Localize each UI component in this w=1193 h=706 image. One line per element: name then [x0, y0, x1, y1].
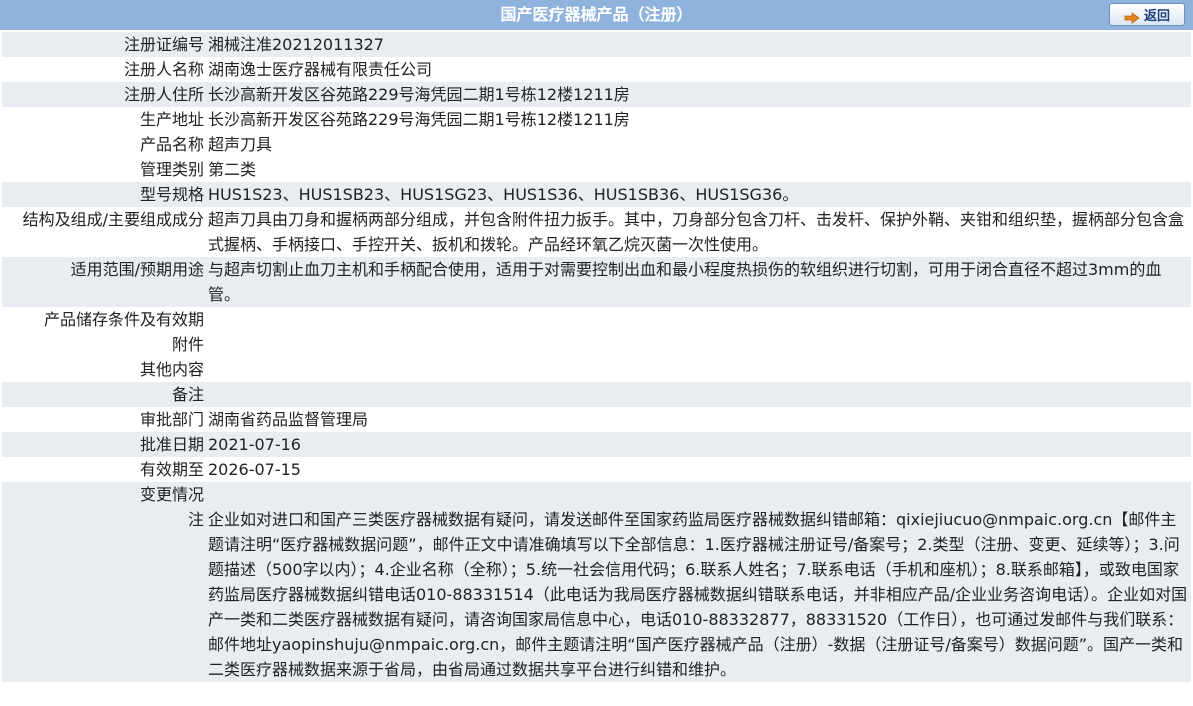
back-button[interactable]: 返回 — [1109, 3, 1185, 26]
field-value: 长沙高新开发区谷苑路229号海凭园二期1号栋12楼1211房 — [206, 107, 1191, 132]
field-value: 超声刀具由刀身和握柄两部分组成，并包含附件扭力扳手。其中，刀身部分包含刀杆、击发… — [206, 207, 1191, 257]
detail-table: 注册证编号 湘械注准20212011327 注册人名称 湖南逸士医疗器械有限责任… — [2, 32, 1191, 682]
field-value: 湖南逸士医疗器械有限责任公司 — [206, 57, 1191, 82]
field-label: 有效期至 — [2, 457, 206, 482]
field-label: 注册证编号 — [2, 32, 206, 57]
table-row: 适用范围/预期用途 与超声切割止血刀主机和手柄配合使用，适用于对需要控制出血和最… — [2, 257, 1191, 307]
table-row: 产品储存条件及有效期 — [2, 307, 1191, 332]
note-label: 注 — [2, 507, 206, 682]
field-value: 湘械注准20212011327 — [206, 32, 1191, 57]
table-row: 生产地址 长沙高新开发区谷苑路229号海凭园二期1号栋12楼1211房 — [2, 107, 1191, 132]
field-value: 2021-07-16 — [206, 432, 1191, 457]
back-button-label: 返回 — [1143, 9, 1170, 24]
field-value: 第二类 — [206, 157, 1191, 182]
field-value — [206, 357, 1191, 382]
table-row: 管理类别 第二类 — [2, 157, 1191, 182]
page-title: 国产医疗器械产品（注册） — [500, 5, 693, 24]
table-row: 有效期至 2026-07-15 — [2, 457, 1191, 482]
field-label: 产品储存条件及有效期 — [2, 307, 206, 332]
table-row: 附件 — [2, 332, 1191, 357]
field-label: 生产地址 — [2, 107, 206, 132]
table-row: 其他内容 — [2, 357, 1191, 382]
field-value — [206, 332, 1191, 357]
field-value: 湖南省药品监督管理局 — [206, 407, 1191, 432]
field-label: 结构及组成/主要组成成分 — [2, 207, 206, 257]
field-label: 备注 — [2, 382, 206, 407]
field-value — [206, 307, 1191, 332]
field-label: 管理类别 — [2, 157, 206, 182]
field-value: HUS1S23、HUS1SB23、HUS1SG23、HUS1S36、HUS1SB… — [206, 182, 1191, 207]
note-row: 注 企业如对进口和国产三类医疗器械数据有疑问，请发送邮件至国家药监局医疗器械数据… — [2, 507, 1191, 682]
field-label: 审批部门 — [2, 407, 206, 432]
field-label: 适用范围/预期用途 — [2, 257, 206, 307]
table-row: 注册证编号 湘械注准20212011327 — [2, 32, 1191, 57]
field-value — [206, 482, 1191, 507]
table-row: 注册人住所 长沙高新开发区谷苑路229号海凭园二期1号栋12楼1211房 — [2, 82, 1191, 107]
field-value: 长沙高新开发区谷苑路229号海凭园二期1号栋12楼1211房 — [206, 82, 1191, 107]
table-row: 注册人名称 湖南逸士医疗器械有限责任公司 — [2, 57, 1191, 82]
field-label: 产品名称 — [2, 132, 206, 157]
arrow-right-icon — [1124, 9, 1140, 24]
field-value: 与超声切割止血刀主机和手柄配合使用，适用于对需要控制出血和最小程度热损伤的软组织… — [206, 257, 1191, 307]
page-header: 国产医疗器械产品（注册） 返回 — [0, 0, 1193, 32]
field-value — [206, 382, 1191, 407]
field-label: 批准日期 — [2, 432, 206, 457]
table-row: 产品名称 超声刀具 — [2, 132, 1191, 157]
field-label: 注册人名称 — [2, 57, 206, 82]
field-label: 注册人住所 — [2, 82, 206, 107]
table-row: 审批部门 湖南省药品监督管理局 — [2, 407, 1191, 432]
table-row: 型号规格 HUS1S23、HUS1SB23、HUS1SG23、HUS1S36、H… — [2, 182, 1191, 207]
field-label: 变更情况 — [2, 482, 206, 507]
note-text: 企业如对进口和国产三类医疗器械数据有疑问，请发送邮件至国家药监局医疗器械数据纠错… — [206, 507, 1191, 682]
table-row: 批准日期 2021-07-16 — [2, 432, 1191, 457]
field-value: 2026-07-15 — [206, 457, 1191, 482]
table-row: 备注 — [2, 382, 1191, 407]
detail-page: 国产医疗器械产品（注册） 返回 注册证编号 湘械注准20212011327 注册… — [0, 0, 1193, 706]
field-value: 超声刀具 — [206, 132, 1191, 157]
field-label: 型号规格 — [2, 182, 206, 207]
field-label: 附件 — [2, 332, 206, 357]
table-row: 结构及组成/主要组成成分 超声刀具由刀身和握柄两部分组成，并包含附件扭力扳手。其… — [2, 207, 1191, 257]
table-row: 变更情况 — [2, 482, 1191, 507]
field-label: 其他内容 — [2, 357, 206, 382]
